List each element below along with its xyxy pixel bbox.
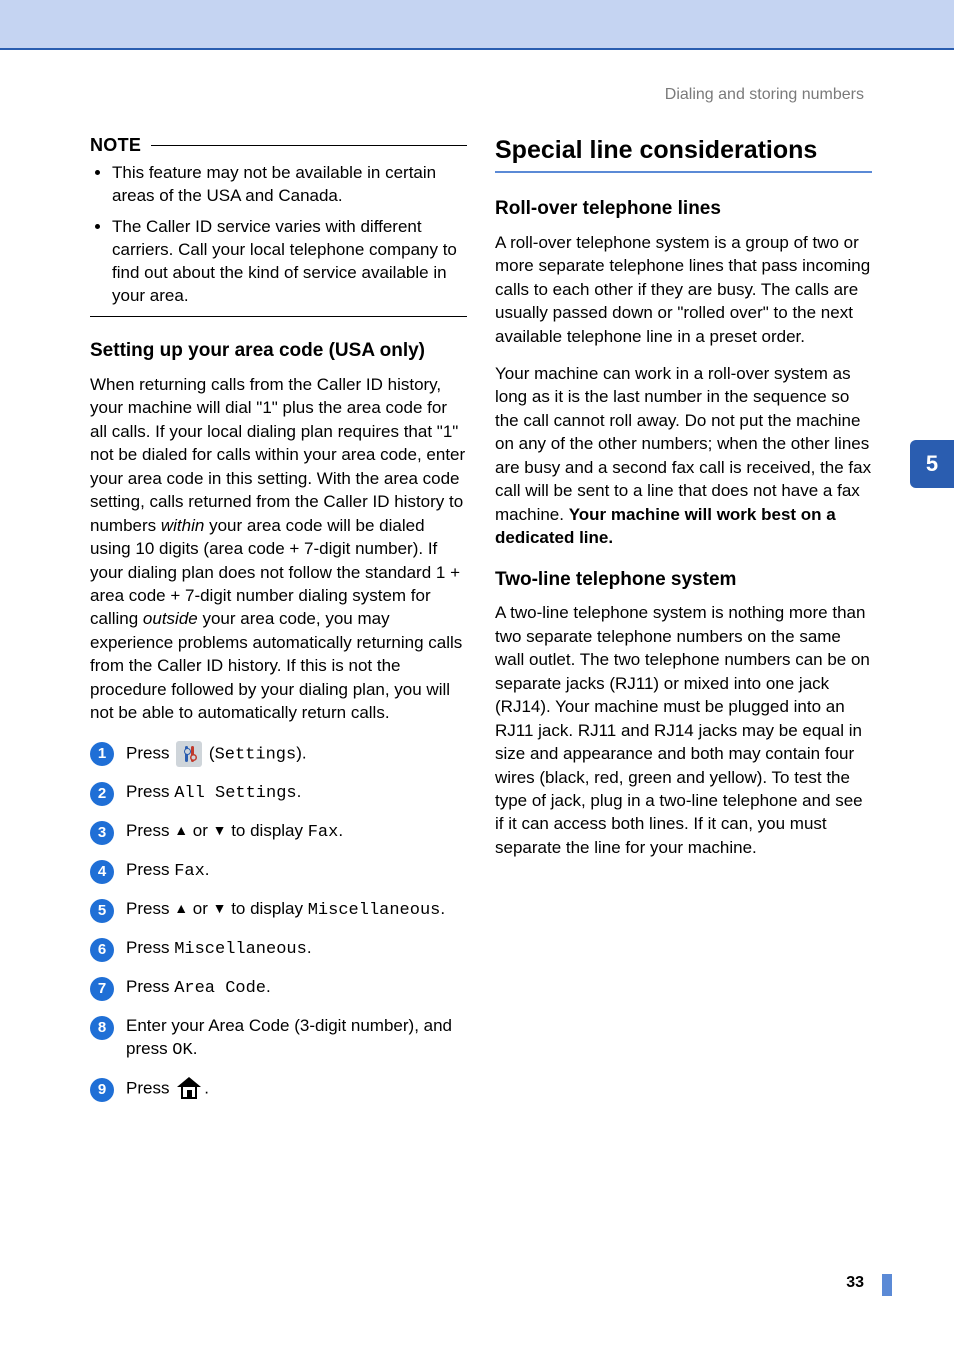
page-number: 33 xyxy=(846,1274,864,1292)
text: . xyxy=(193,1039,198,1058)
twoline-p1: A two-line telephone system is nothing m… xyxy=(495,601,872,859)
right-column: Special line considerations Roll-over te… xyxy=(495,135,872,1116)
step-1: 1 Press (Settings). xyxy=(90,741,467,767)
top-band xyxy=(0,0,954,48)
rollover-p1: A roll-over telephone system is a group … xyxy=(495,231,872,348)
text: . xyxy=(297,782,302,801)
note-end-rule xyxy=(90,316,467,318)
text: . xyxy=(307,938,312,957)
chapter-tab: 5 xyxy=(910,440,954,488)
menu-label: All Settings xyxy=(174,784,296,803)
step-4: 4 Press Fax. xyxy=(90,859,467,884)
text: When returning calls from the Caller ID … xyxy=(90,375,465,535)
menu-label: Fax xyxy=(174,862,205,881)
step-body: Press Area Code. xyxy=(126,976,467,1001)
rollover-heading: Roll-over telephone lines xyxy=(495,197,872,221)
step-body: Press (Settings). xyxy=(126,741,467,767)
menu-label: Miscellaneous xyxy=(174,940,307,959)
heading-rule xyxy=(495,171,872,173)
text: Press xyxy=(126,821,174,840)
menu-label: Miscellaneous xyxy=(308,901,441,920)
text: ( xyxy=(204,743,214,762)
text: . xyxy=(266,977,271,996)
home-icon xyxy=(176,1077,202,1101)
area-code-body: When returning calls from the Caller ID … xyxy=(90,373,467,725)
step-number: 3 xyxy=(90,821,114,845)
step-6: 6 Press Miscellaneous. xyxy=(90,937,467,962)
up-arrow-icon: ▲ xyxy=(174,822,188,838)
text: Your machine can work in a roll-over sys… xyxy=(495,364,871,524)
step-body: Press . xyxy=(126,1077,467,1101)
note-rule xyxy=(151,145,467,147)
step-number: 7 xyxy=(90,977,114,1001)
step-body: Enter your Area Code (3-digit number), a… xyxy=(126,1015,467,1063)
menu-label: OK xyxy=(172,1041,192,1060)
text: . xyxy=(204,1078,209,1097)
step-number: 2 xyxy=(90,782,114,806)
breadcrumb: Dialing and storing numbers xyxy=(665,86,864,104)
text: Press xyxy=(126,860,174,879)
step-body: Press ▲ or ▼ to display Miscellaneous. xyxy=(126,898,467,923)
step-2: 2 Press All Settings. xyxy=(90,781,467,806)
down-arrow-icon: ▼ xyxy=(213,822,227,838)
menu-label: Fax xyxy=(308,823,339,842)
note-item: This feature may not be available in cer… xyxy=(112,162,467,208)
text: or xyxy=(188,821,213,840)
text: . xyxy=(338,821,343,840)
step-number: 5 xyxy=(90,899,114,923)
special-line-heading: Special line considerations xyxy=(495,135,872,165)
text-italic: outside xyxy=(143,609,198,628)
page-tick xyxy=(882,1274,892,1296)
step-number: 4 xyxy=(90,860,114,884)
step-number: 9 xyxy=(90,1078,114,1102)
left-column: NOTE This feature may not be available i… xyxy=(90,135,467,1116)
step-9: 9 Press . xyxy=(90,1077,467,1102)
page-content: NOTE This feature may not be available i… xyxy=(90,135,872,1116)
rollover-p2: Your machine can work in a roll-over sys… xyxy=(495,362,872,550)
menu-label: Area Code xyxy=(174,979,266,998)
text: . xyxy=(440,899,445,918)
text: . xyxy=(205,860,210,879)
text: Press xyxy=(126,938,174,957)
text: ). xyxy=(296,743,306,762)
settings-icon xyxy=(176,741,202,767)
note-item: The Caller ID service varies with differ… xyxy=(112,216,467,308)
step-3: 3 Press ▲ or ▼ to display Fax. xyxy=(90,820,467,845)
step-number: 1 xyxy=(90,742,114,766)
step-number: 6 xyxy=(90,938,114,962)
text-italic: within xyxy=(161,516,204,535)
step-number: 8 xyxy=(90,1016,114,1040)
text: to display xyxy=(226,821,307,840)
step-body: Press All Settings. xyxy=(126,781,467,806)
top-rule xyxy=(0,48,954,50)
twoline-heading: Two-line telephone system xyxy=(495,568,872,592)
text: Press xyxy=(126,782,174,801)
settings-label: Settings xyxy=(215,745,297,764)
step-body: Press Fax. xyxy=(126,859,467,884)
step-7: 7 Press Area Code. xyxy=(90,976,467,1001)
text: to display xyxy=(226,899,307,918)
step-5: 5 Press ▲ or ▼ to display Miscellaneous. xyxy=(90,898,467,923)
up-arrow-icon: ▲ xyxy=(174,900,188,916)
text: Press xyxy=(126,1078,174,1097)
step-body: Press ▲ or ▼ to display Fax. xyxy=(126,820,467,845)
area-code-heading: Setting up your area code (USA only) xyxy=(90,339,467,363)
text: Press xyxy=(126,899,174,918)
note-heading: NOTE xyxy=(90,135,467,156)
text: Press xyxy=(126,977,174,996)
steps-list: 1 Press (Settings). 2 Press All Settings… xyxy=(90,741,467,1102)
text: or xyxy=(188,899,213,918)
step-body: Press Miscellaneous. xyxy=(126,937,467,962)
text: Press xyxy=(126,743,174,762)
step-8: 8 Enter your Area Code (3-digit number),… xyxy=(90,1015,467,1063)
note-list: This feature may not be available in cer… xyxy=(90,162,467,308)
note-label: NOTE xyxy=(90,135,141,156)
down-arrow-icon: ▼ xyxy=(213,900,227,916)
